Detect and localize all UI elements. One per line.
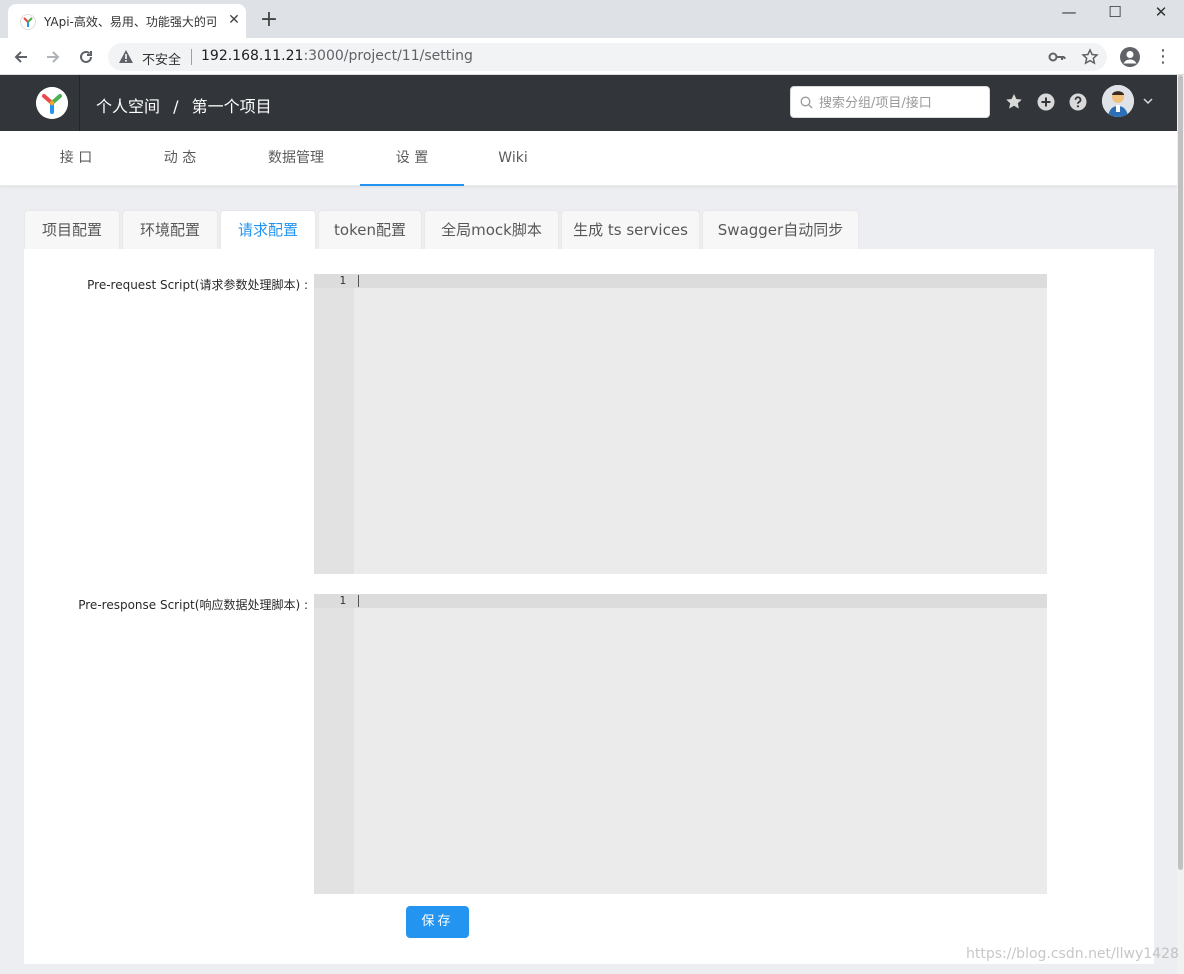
chevron-down-icon[interactable]	[1142, 95, 1154, 107]
help-icon[interactable]	[1068, 92, 1088, 112]
forward-button[interactable]	[40, 44, 66, 70]
browser-tabbar: YApi-高效、易用、功能强大的可 ✕ + — ☐ ✕	[0, 0, 1184, 38]
new-tab-button[interactable]: +	[258, 9, 280, 31]
reload-button[interactable]	[73, 44, 99, 70]
text-cursor	[358, 275, 359, 287]
breadcrumb-project[interactable]: 第一个项目	[192, 93, 272, 117]
profile-icon[interactable]	[1119, 46, 1141, 68]
browser-menu-icon[interactable]: ⋮	[1154, 46, 1172, 68]
tab-data-management[interactable]: 数据管理	[256, 131, 336, 186]
editor-active-line	[314, 594, 1047, 608]
user-avatar-icon	[1102, 85, 1134, 117]
app-header: 个人空间 / 第一个项目	[0, 75, 1177, 131]
line-number: 1	[339, 274, 346, 287]
reload-icon	[80, 50, 92, 63]
breadcrumb: 个人空间 / 第一个项目	[96, 93, 272, 117]
breadcrumb-personal-space[interactable]: 个人空间	[96, 93, 160, 117]
breadcrumb-separator: /	[173, 97, 179, 116]
editor-gutter	[314, 594, 354, 894]
tab-env-config[interactable]: 环境配置	[122, 210, 218, 250]
tab-project-config[interactable]: 项目配置	[24, 210, 120, 250]
tab-activity[interactable]: 动 态	[144, 131, 216, 186]
window-maximize-button[interactable]: ☐	[1092, 0, 1138, 28]
yapi-logo-icon	[36, 87, 68, 119]
yapi-favicon-icon	[20, 14, 36, 30]
browser-tab[interactable]: YApi-高效、易用、功能强大的可 ✕	[8, 4, 246, 38]
tab-close-icon[interactable]: ✕	[226, 10, 242, 28]
tab-interface[interactable]: 接 口	[40, 131, 112, 186]
avatar[interactable]	[1102, 85, 1134, 117]
pre-request-label: Pre-request Script(请求参数处理脚本) :	[87, 278, 308, 292]
warning-icon	[119, 50, 133, 63]
page-scrollbar[interactable]	[1177, 75, 1184, 974]
tab-swagger-sync[interactable]: Swagger自动同步	[702, 210, 859, 250]
tab-title: YApi-高效、易用、功能强大的可	[44, 15, 216, 29]
pre-response-label: Pre-response Script(响应数据处理脚本) :	[78, 598, 308, 612]
url-path: :3000/project/11/setting	[303, 48, 473, 64]
window-close-button[interactable]: ✕	[1138, 0, 1184, 28]
tab-request-config[interactable]: 请求配置	[220, 210, 316, 251]
tab-ts-services[interactable]: 生成 ts services	[561, 210, 700, 250]
search-box[interactable]	[790, 86, 990, 118]
tab-settings[interactable]: 设 置	[360, 131, 464, 186]
window-minimize-button[interactable]: —	[1046, 0, 1092, 28]
url-text: 192.168.11.21:3000/project/11/setting	[201, 48, 473, 64]
omnibox[interactable]: 不安全 192.168.11.21:3000/project/11/settin…	[108, 43, 1107, 71]
scrollbar-thumb[interactable]	[1178, 75, 1183, 870]
editor-gutter	[314, 274, 354, 574]
arrow-left-icon	[14, 51, 27, 63]
editor-active-line	[314, 274, 1047, 288]
save-button[interactable]: 保存	[406, 906, 469, 938]
star-icon[interactable]	[1004, 92, 1024, 112]
back-button[interactable]	[8, 44, 34, 70]
tab-token-config[interactable]: token配置	[318, 210, 422, 250]
pre-response-editor[interactable]: 1	[314, 594, 1047, 894]
project-subnav: 接 口 动 态 数据管理 设 置 Wiki	[0, 131, 1177, 186]
key-icon[interactable]	[1048, 48, 1066, 66]
omnibox-divider	[191, 49, 192, 65]
logo-area[interactable]	[0, 75, 80, 131]
insecure-label: 不安全	[142, 53, 182, 68]
star-icon[interactable]	[1081, 48, 1099, 66]
search-input[interactable]	[819, 93, 984, 113]
search-icon	[800, 96, 813, 109]
pre-request-editor[interactable]: 1	[314, 274, 1047, 574]
text-cursor	[358, 595, 359, 607]
plus-circle-icon[interactable]	[1036, 92, 1056, 112]
line-number: 1	[339, 594, 346, 607]
tab-global-mock[interactable]: 全局mock脚本	[424, 210, 559, 250]
arrow-right-icon	[47, 51, 60, 63]
address-bar: 不安全 192.168.11.21:3000/project/11/settin…	[0, 38, 1184, 75]
watermark: https://blog.csdn.net/llwy1428	[966, 946, 1179, 962]
url-host: 192.168.11.21	[201, 48, 304, 64]
tab-wiki[interactable]: Wiki	[480, 131, 546, 186]
